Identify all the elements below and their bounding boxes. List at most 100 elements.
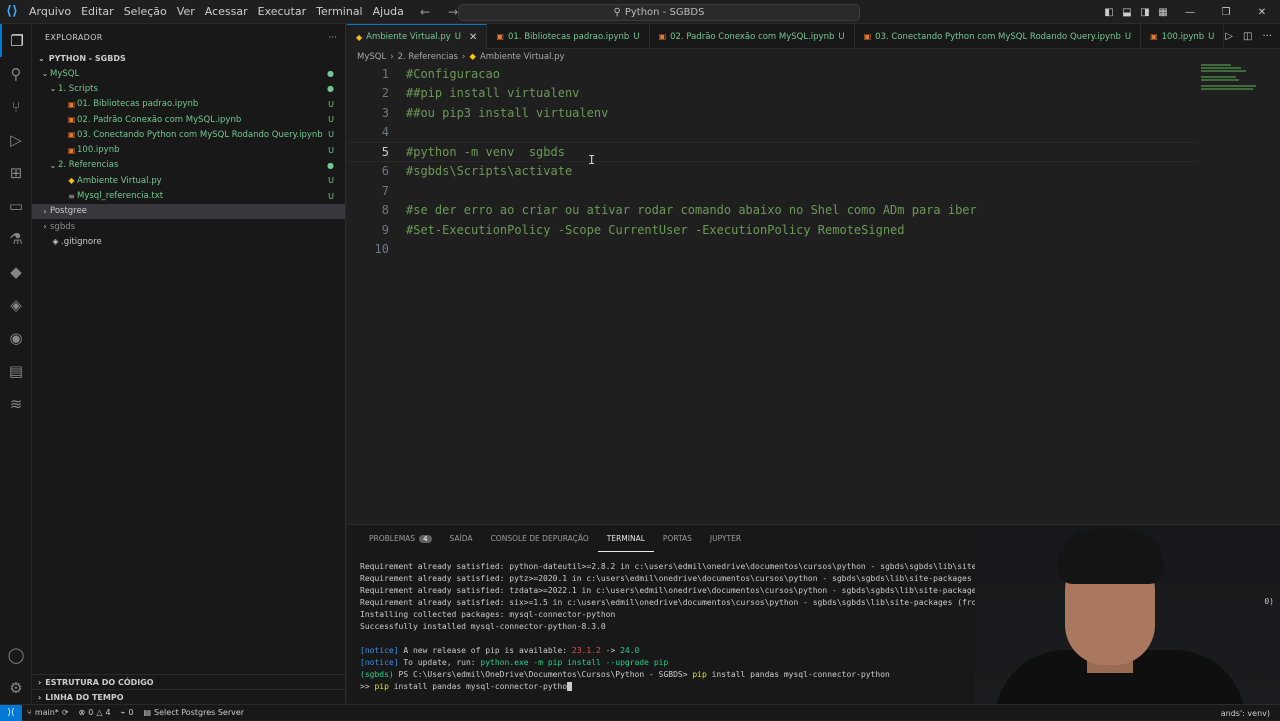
- tree-file[interactable]: ▣ 01. Bibliotecas padrao.ipynb U: [32, 97, 345, 112]
- tree-folder[interactable]: › Postgree: [32, 203, 345, 219]
- postgres-server-status[interactable]: ▤ Select Postgres Server: [138, 708, 249, 717]
- ports-status[interactable]: ⌁ 0: [116, 708, 139, 717]
- sidebar-section-collapsed[interactable]: › LINHA DO TEMPO: [32, 689, 345, 704]
- remote-indicator-icon[interactable]: ⟩⟨: [0, 704, 22, 721]
- code-text: ##pip install virtualenv: [406, 86, 580, 101]
- search-icon: ⚲: [613, 7, 621, 18]
- line-number: 1: [381, 66, 389, 81]
- extensions-icon[interactable]: ⊞: [0, 156, 32, 189]
- close-window-button[interactable]: ✕: [1244, 7, 1280, 18]
- code-line[interactable]: 9 #Set-ExecutionPolicy -Scope CurrentUser…: [347, 220, 1197, 240]
- sidebar-section-collapsed[interactable]: › ESTRUTURA DO CÓDIGO: [32, 674, 345, 689]
- panel-tab[interactable]: PORTAS: [654, 525, 701, 552]
- account-icon[interactable]: ◯: [0, 638, 32, 671]
- command-center-search[interactable]: ⚲ Python - SGBDS: [458, 4, 860, 21]
- remote-explorer-icon[interactable]: ▭: [0, 189, 32, 222]
- menu-item-ver[interactable]: Ver: [172, 0, 200, 24]
- menu-item-editar[interactable]: Editar: [76, 0, 119, 24]
- menu-item-terminal[interactable]: Terminal: [311, 0, 368, 24]
- tree-file[interactable]: ◆ Ambiente Virtual.py U: [32, 173, 345, 188]
- panel-tab[interactable]: CONSOLE DE DEPURAÇÃO: [482, 525, 598, 552]
- python-env-status[interactable]: ands': venv): [1221, 705, 1270, 721]
- explorer-sidebar: EXPLORADOR ··· ⌄ PYTHON - SGBDS ⌄ MySQL ● ⌄…: [32, 24, 346, 704]
- minimap[interactable]: [1201, 64, 1261, 90]
- menu-item-ajuda[interactable]: Ajuda: [368, 0, 409, 24]
- panel-tab[interactable]: PROBLEMAS 4: [360, 525, 441, 552]
- code-line[interactable]: 2 ##pip install virtualenv: [347, 84, 1197, 104]
- editor-tab[interactable]: ▣ 01. Bibliotecas padrao.ipynb U: [487, 24, 650, 49]
- python-file-icon: ◆: [356, 32, 363, 42]
- menu-item-seleção[interactable]: Seleção: [119, 0, 172, 24]
- panel-tab[interactable]: JUPYTER: [701, 525, 750, 552]
- toggle-sidebar-icon[interactable]: ◧: [1100, 7, 1118, 18]
- tab-label: 03. Conectando Python com MySQL Rodando …: [875, 31, 1121, 42]
- customize-layout-icon[interactable]: ▦: [1154, 7, 1172, 18]
- maximize-button[interactable]: ❐: [1208, 7, 1244, 18]
- run-file-icon[interactable]: ▷: [1225, 31, 1233, 42]
- editor-tab[interactable]: ▣ 100.ipynb U: [1141, 24, 1225, 49]
- code-line[interactable]: 3 ##ou pip3 install virtualenv: [347, 103, 1197, 123]
- tree-file[interactable]: ▣ 03. Conectando Python com MySQL Rodando…: [32, 127, 345, 142]
- modified-dot-icon: ●: [327, 84, 334, 94]
- toggle-secondary-sidebar-icon[interactable]: ◨: [1136, 7, 1154, 18]
- panel-tab[interactable]: SAÍDA: [441, 525, 482, 552]
- code-editor[interactable]: 1 #Configuracao 2 ##pip install virtualenv 3…: [347, 64, 1280, 524]
- settings-gear-icon[interactable]: ⚙: [0, 671, 32, 704]
- testing-icon[interactable]: ⚗: [0, 222, 32, 255]
- toggle-panel-icon[interactable]: ⬓: [1118, 7, 1136, 18]
- layers-icon[interactable]: ≋: [0, 387, 32, 420]
- code-line[interactable]: 10: [347, 240, 1197, 260]
- tree-file[interactable]: ▣ 02. Padrão Conexão com MySQL.ipynb U: [32, 112, 345, 127]
- code-line[interactable]: 8 #se der erro ao criar ou ativar rodar c…: [347, 201, 1197, 221]
- more-editor-actions-icon[interactable]: ···: [1262, 31, 1272, 42]
- problems-status[interactable]: ⊗ 0 △ 4: [74, 708, 116, 717]
- editor-tab[interactable]: ◆ Ambiente Virtual.py U ✕: [347, 24, 488, 49]
- more-actions-icon[interactable]: ···: [328, 33, 337, 42]
- git-branch-status[interactable]: ⑂ main* ⟳: [22, 708, 74, 717]
- code-line[interactable]: 7: [347, 181, 1197, 201]
- menu-bar: Arquivo Editar Seleção Ver Acessar Executar Te…: [24, 0, 409, 24]
- run-debug-icon[interactable]: ▷: [0, 123, 32, 156]
- python-icon[interactable]: ◆: [0, 255, 32, 288]
- minimize-button[interactable]: —: [1172, 7, 1208, 18]
- breadcrumb-item[interactable]: MySQL: [357, 52, 386, 62]
- close-tab-icon[interactable]: ✕: [469, 32, 477, 43]
- postgres-server-label: Select Postgres Server: [154, 708, 245, 717]
- tree-item-label: Mysql_referencia.txt: [77, 191, 164, 202]
- tree-file[interactable]: ◈ .gitignore: [32, 234, 345, 249]
- code-line[interactable]: 1 #Configuracao: [347, 64, 1197, 84]
- breadcrumb-item[interactable]: Ambiente Virtual.py: [480, 52, 565, 62]
- panel-tab[interactable]: TERMINAL: [597, 525, 654, 552]
- panel-tab-label: PORTAS: [662, 534, 692, 543]
- code-line[interactable]: 6 #sgbds\Scripts\activate: [347, 162, 1197, 182]
- tree-folder[interactable]: ⌄ MySQL ●: [32, 66, 345, 81]
- tree-folder[interactable]: ⌄ 2. Referencias ●: [32, 158, 345, 173]
- explorer-icon[interactable]: ❐: [0, 24, 32, 57]
- workspace-root[interactable]: ⌄ PYTHON - SGBDS: [32, 50, 345, 66]
- breadcrumb-item[interactable]: 2. Referencias: [398, 52, 458, 62]
- code-line[interactable]: 5 #python -m venv sgbds: [347, 142, 1197, 162]
- code-text: #sgbds\Scripts\activate: [406, 164, 573, 179]
- source-control-icon[interactable]: ⑂: [0, 90, 32, 123]
- menu-item-arquivo[interactable]: Arquivo: [24, 0, 76, 24]
- tree-file[interactable]: ≡ Mysql_referencia.txt U: [32, 188, 345, 203]
- tree-folder[interactable]: ⌄ 1. Scripts ●: [32, 81, 345, 96]
- search-view-icon[interactable]: ⚲: [0, 57, 32, 90]
- ports-count: 0: [128, 708, 134, 717]
- git-branch-icon: ⑂: [27, 708, 32, 717]
- back-arrow-icon[interactable]: ←: [420, 5, 430, 19]
- menu-item-acessar[interactable]: Acessar: [200, 0, 253, 24]
- tree-folder[interactable]: › sgbds: [32, 219, 345, 234]
- split-editor-icon[interactable]: ◫: [1243, 31, 1252, 42]
- menu-item-executar[interactable]: Executar: [253, 0, 312, 24]
- forward-arrow-icon[interactable]: →: [448, 5, 458, 19]
- database-icon[interactable]: ▤: [0, 354, 32, 387]
- code-line[interactable]: 4: [347, 123, 1197, 143]
- editor-tab[interactable]: ▣ 02. Padrão Conexão com MySQL.ipynb U: [650, 24, 855, 49]
- error-icon: ⊗: [78, 708, 86, 717]
- docker-icon[interactable]: ◈: [0, 288, 32, 321]
- tree-file[interactable]: ▣ 100.ipynb U: [32, 142, 345, 157]
- postgres-icon[interactable]: ◉: [0, 321, 32, 354]
- tab-status-badge: U: [633, 31, 640, 42]
- editor-tab[interactable]: ▣ 03. Conectando Python com MySQL Rodando…: [855, 24, 1142, 49]
